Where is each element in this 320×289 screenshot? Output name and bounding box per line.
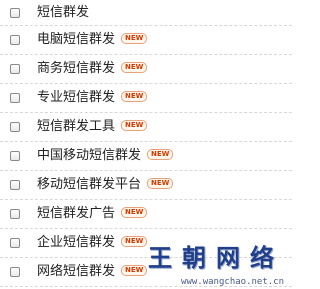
item-checkbox[interactable] xyxy=(10,267,20,277)
new-badge: NEW xyxy=(121,236,148,247)
list-item: 短信群发工具 NEW xyxy=(0,113,292,142)
item-checkbox[interactable] xyxy=(10,7,20,18)
item-checkbox[interactable] xyxy=(10,122,20,132)
list-item: 专业短信群发 NEW xyxy=(0,84,292,113)
item-checkbox[interactable] xyxy=(10,93,20,103)
item-label[interactable]: 电脑短信群发 NEW xyxy=(37,32,148,48)
new-badge: NEW xyxy=(121,120,148,131)
item-label[interactable]: 商务短信群发 NEW xyxy=(37,61,148,77)
new-badge: NEW xyxy=(121,91,148,102)
item-checkbox[interactable] xyxy=(10,180,20,190)
item-checkbox[interactable] xyxy=(10,64,20,74)
item-checkbox[interactable] xyxy=(10,238,20,248)
list-item: 电脑短信群发 NEW xyxy=(0,26,292,55)
item-label[interactable]: 短信群发广告 NEW xyxy=(37,206,148,222)
new-badge: NEW xyxy=(121,207,148,218)
item-label[interactable]: 短信群发 xyxy=(37,5,89,21)
watermark-logo: 王朝网络 xyxy=(148,243,284,272)
item-label[interactable]: 中国移动短信群发 NEW xyxy=(37,148,174,164)
list-item: 移动短信群发平台 NEW xyxy=(0,171,292,200)
list-item: 商务短信群发 NEW xyxy=(0,55,292,84)
item-label[interactable]: 短信群发工具 NEW xyxy=(37,119,148,135)
item-checkbox[interactable] xyxy=(10,151,20,161)
new-badge: NEW xyxy=(147,149,174,160)
watermark-url: www.wangchao.net.cn xyxy=(181,277,284,287)
list-item: 中国移动短信群发 NEW xyxy=(0,142,292,171)
new-badge: NEW xyxy=(121,265,148,276)
item-label[interactable]: 移动短信群发平台 NEW xyxy=(37,177,174,193)
item-checkbox[interactable] xyxy=(10,209,20,219)
new-badge: NEW xyxy=(121,33,148,44)
list-item: 短信群发广告 NEW xyxy=(0,200,292,229)
item-checkbox[interactable] xyxy=(10,35,20,45)
new-badge: NEW xyxy=(121,62,148,73)
item-label[interactable]: 企业短信群发 NEW xyxy=(37,235,148,251)
list-item: 短信群发 xyxy=(0,0,292,26)
new-badge: NEW xyxy=(147,178,174,189)
item-label[interactable]: 专业短信群发 NEW xyxy=(37,90,148,106)
item-label[interactable]: 网络短信群发 NEW xyxy=(37,264,148,280)
